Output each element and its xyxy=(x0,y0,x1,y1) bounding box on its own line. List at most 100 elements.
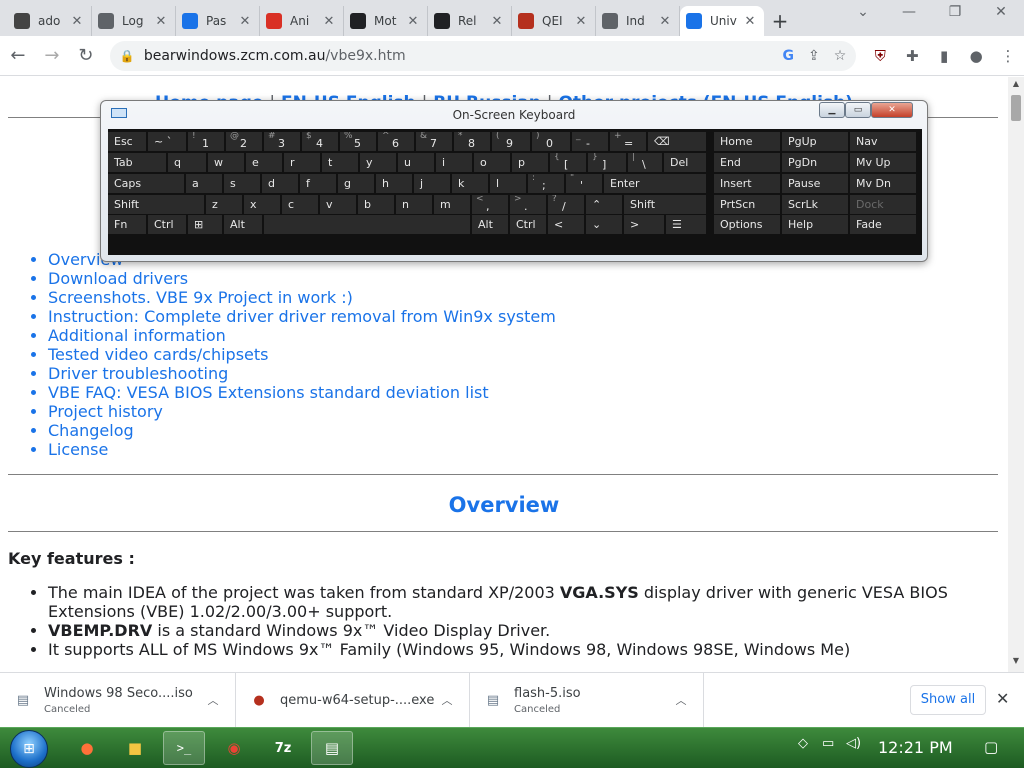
action-center-icon[interactable]: ▢ xyxy=(984,738,998,756)
share-icon[interactable]: ⇪ xyxy=(808,48,820,64)
osk-key[interactable]: Shift xyxy=(624,195,706,214)
osk-key[interactable]: u xyxy=(398,153,434,172)
osk-key[interactable]: > xyxy=(624,215,664,234)
tray-overflow-icon[interactable]: ◇ xyxy=(798,736,808,751)
tab-close-icon[interactable]: ✕ xyxy=(573,14,589,29)
show-all-button[interactable]: Show all xyxy=(910,685,986,715)
osk-nav-key[interactable]: End xyxy=(714,153,780,172)
osk-key[interactable]: _ - xyxy=(572,132,608,151)
start-button[interactable]: ⊞ xyxy=(10,730,48,768)
extensions-puzzle-icon[interactable]: ✚ xyxy=(896,40,928,72)
osk-key[interactable]: ) 0 xyxy=(532,132,570,151)
side-panel-icon[interactable]: ▮ xyxy=(928,40,960,72)
osk-key[interactable]: r xyxy=(284,153,320,172)
osk-nav-key[interactable]: Fade xyxy=(850,215,916,234)
firefox-icon[interactable]: ● xyxy=(66,731,108,765)
osk-key[interactable]: ☰ xyxy=(666,215,706,234)
osk-nav-key[interactable]: Home xyxy=(714,132,780,151)
osk-key[interactable]: Alt xyxy=(224,215,262,234)
browser-tab[interactable]: Ani ✕ xyxy=(260,6,344,36)
osk-key[interactable]: % 5 xyxy=(340,132,376,151)
network-status-icon[interactable]: ▭ xyxy=(822,736,834,751)
osk-key[interactable]: ⊞ xyxy=(188,215,222,234)
osk-key[interactable]: d xyxy=(262,174,298,193)
osk-nav-key[interactable]: Options xyxy=(714,215,780,234)
osk-nav-key[interactable]: Insert xyxy=(714,174,780,193)
tab-search-icon[interactable]: ⌄ xyxy=(840,4,886,20)
page-scrollbar[interactable]: ▲ ▼ xyxy=(1008,77,1024,672)
osk-key[interactable]: w xyxy=(208,153,244,172)
forward-button[interactable]: → xyxy=(36,40,68,72)
osk-key[interactable]: | \ xyxy=(628,153,662,172)
tab-close-icon[interactable]: ✕ xyxy=(153,14,169,29)
osk-key[interactable]: Ctrl xyxy=(148,215,186,234)
tab-close-icon[interactable]: ✕ xyxy=(237,14,253,29)
osk-key[interactable]: p xyxy=(512,153,548,172)
osk-key[interactable]: x xyxy=(244,195,280,214)
osk-key[interactable]: n xyxy=(396,195,432,214)
toc-link[interactable]: Changelog xyxy=(48,421,1008,440)
osk-key[interactable]: >. xyxy=(510,195,546,214)
scroll-down-arrow-icon[interactable]: ▼ xyxy=(1008,656,1024,670)
toc-link[interactable]: License xyxy=(48,440,1008,459)
osk-key[interactable]: ⌃ xyxy=(586,195,622,214)
browser-tab[interactable]: QEI ✕ xyxy=(512,6,596,36)
osk-key[interactable]: (9 xyxy=(492,132,530,151)
tab-close-icon[interactable]: ✕ xyxy=(489,14,505,29)
back-button[interactable]: ← xyxy=(2,40,34,72)
osk-key[interactable]: <, xyxy=(472,195,508,214)
osk-key[interactable]: i xyxy=(436,153,472,172)
browser-tab[interactable]: ado ✕ xyxy=(8,6,92,36)
network-app-icon[interactable]: ▤ xyxy=(311,731,353,765)
osk-key[interactable]: $4 xyxy=(302,132,338,151)
new-tab-button[interactable]: + xyxy=(764,6,796,36)
google-translate-icon[interactable]: G xyxy=(783,48,795,64)
toc-link[interactable]: Instruction: Complete driver driver remo… xyxy=(48,307,1008,326)
osk-nav-key[interactable]: Nav xyxy=(850,132,916,151)
osk-key[interactable]: + = xyxy=(610,132,646,151)
osk-key[interactable]: f xyxy=(300,174,336,193)
toc-link[interactable]: Tested video cards/chipsets xyxy=(48,345,1008,364)
osk-key[interactable]: ~ ` xyxy=(148,132,186,151)
toc-link[interactable]: Driver troubleshooting xyxy=(48,364,1008,383)
osk-key[interactable]: o xyxy=(474,153,510,172)
osk-key[interactable]: * 8 xyxy=(454,132,490,151)
scroll-thumb[interactable] xyxy=(1011,95,1021,121)
ublock-icon[interactable]: ⛨ xyxy=(864,40,896,72)
osk-titlebar[interactable]: On-Screen Keyboard ▁ ▭ ✕ xyxy=(101,101,927,127)
download-item[interactable]: ▤ flash-5.iso Canceled ︿ xyxy=(470,673,704,727)
osk-key[interactable]: j xyxy=(414,174,450,193)
osk-key[interactable]: Caps xyxy=(108,174,184,193)
osk-key[interactable]: Del xyxy=(664,153,706,172)
chevron-up-icon[interactable]: ︿ xyxy=(435,692,459,708)
osk-key[interactable]: Esc xyxy=(108,132,146,151)
osk-key[interactable]: e xyxy=(246,153,282,172)
osk-close-button[interactable]: ✕ xyxy=(871,102,913,118)
tab-close-icon[interactable]: ✕ xyxy=(405,14,421,29)
osk-nav-key[interactable]: ScrLk xyxy=(782,195,848,214)
osk-key[interactable] xyxy=(264,215,470,234)
tab-close-icon[interactable]: ✕ xyxy=(742,14,758,29)
osk-key[interactable]: ⌄ xyxy=(586,215,622,234)
chevron-up-icon[interactable]: ︿ xyxy=(669,692,693,708)
minimize-button[interactable]: — xyxy=(886,4,932,20)
osk-key[interactable]: }] xyxy=(588,153,626,172)
osk-key[interactable]: g xyxy=(338,174,374,193)
osk-key[interactable]: Shift xyxy=(108,195,204,214)
osk-key[interactable]: #3 xyxy=(264,132,300,151)
osk-key[interactable]: & 7 xyxy=(416,132,452,151)
address-bar[interactable]: 🔒 bearwindows.zcm.com.au/vbe9x.htm G ⇪ ☆ xyxy=(109,40,857,71)
toc-link[interactable]: Additional information xyxy=(48,326,1008,345)
toc-link[interactable]: Project history xyxy=(48,402,1008,421)
menu-kebab-icon[interactable]: ⋮ xyxy=(992,40,1024,72)
restore-button[interactable]: ❐ xyxy=(932,4,978,20)
browser-tab[interactable]: Pas ✕ xyxy=(176,6,260,36)
tab-close-icon[interactable]: ✕ xyxy=(69,14,85,29)
system-clock[interactable]: 12:21 PM xyxy=(878,738,953,757)
browser-tab[interactable]: Log ✕ xyxy=(92,6,176,36)
osk-key[interactable]: b xyxy=(358,195,394,214)
osk-key[interactable]: " ' xyxy=(566,174,602,193)
osk-key[interactable]: ^ 6 xyxy=(378,132,414,151)
chevron-up-icon[interactable]: ︿ xyxy=(201,692,225,708)
osk-key[interactable]: h xyxy=(376,174,412,193)
